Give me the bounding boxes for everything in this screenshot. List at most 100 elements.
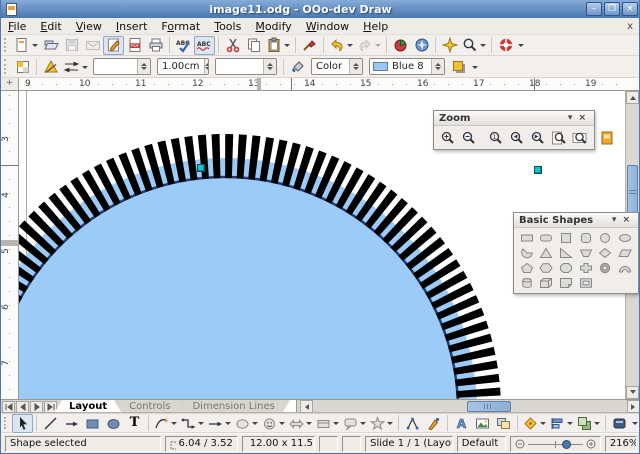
shape-block-arc-button[interactable]: [615, 260, 635, 275]
zoom-plus-button[interactable]: [586, 439, 596, 449]
line-style-select[interactable]: [93, 58, 151, 75]
symbol-shapes-button[interactable]: [260, 414, 287, 433]
shape-parallelogram-button[interactable]: [615, 245, 635, 260]
status-template[interactable]: Default: [457, 436, 506, 452]
horizontal-scroll-thumb[interactable]: [467, 401, 511, 412]
line-tool-button[interactable]: [40, 414, 61, 433]
scroll-up-button[interactable]: [626, 91, 639, 104]
rotate-dropdown-arrow[interactable]: [540, 422, 546, 428]
zoom-out-button[interactable]: [458, 128, 479, 147]
selection-handle[interactable]: [534, 166, 542, 174]
menu-view[interactable]: View: [69, 19, 109, 34]
zoom-in-button[interactable]: [437, 128, 458, 147]
fill-color-select[interactable]: Blue 8: [369, 58, 445, 75]
shape-octagon-button[interactable]: [556, 260, 576, 275]
zoom-panel-close-button[interactable]: ×: [575, 112, 589, 124]
arrow-style-dropdown-arrow[interactable]: [82, 66, 88, 72]
selection-handle[interactable]: [197, 164, 205, 172]
copy-button[interactable]: [243, 36, 264, 55]
shapes-panel-close-button[interactable]: ×: [619, 214, 633, 226]
spellcheck-button[interactable]: ABC: [173, 36, 194, 55]
basic-shapes-dropdown-arrow[interactable]: [252, 422, 258, 428]
shape-rectangle-button[interactable]: [517, 230, 537, 245]
clone-formatting-button[interactable]: [299, 36, 320, 55]
save-button[interactable]: [61, 36, 82, 55]
basic-shapes-button[interactable]: [233, 414, 260, 433]
fill-color-spinner[interactable]: [431, 59, 444, 74]
shape-cross-button[interactable]: [576, 260, 596, 275]
toolbar-overflow-button[interactable]: [632, 422, 638, 428]
toolbar-grip[interactable]: [4, 59, 9, 74]
previous-page-button[interactable]: [16, 401, 29, 413]
maximize-button[interactable]: ❐: [604, 2, 620, 16]
connector-tool-button[interactable]: [179, 414, 206, 433]
minimize-button[interactable]: –: [586, 2, 602, 16]
help-button[interactable]: [495, 36, 516, 55]
scroll-left-button[interactable]: [300, 400, 313, 413]
auto-spellcheck-button[interactable]: ABC: [194, 36, 215, 55]
shapes-panel-menu-button[interactable]: ▾: [609, 214, 620, 226]
zoom-button[interactable]: [460, 36, 488, 55]
connector-dropdown-arrow[interactable]: [198, 422, 204, 428]
curve-tool-button[interactable]: [152, 414, 179, 433]
zoom-dropdown-arrow[interactable]: [480, 44, 486, 50]
symbol-shapes-dropdown-arrow[interactable]: [279, 422, 285, 428]
shape-rounded-square-button[interactable]: [576, 230, 596, 245]
scroll-down-button[interactable]: [626, 386, 639, 399]
lines-arrows-dropdown-arrow[interactable]: [225, 422, 231, 428]
close-document-button[interactable]: x: [619, 21, 640, 32]
redo-button[interactable]: [355, 36, 383, 55]
last-page-button[interactable]: [44, 401, 57, 413]
tab-layout[interactable]: Layout: [55, 400, 121, 412]
object-zoom-button[interactable]: [596, 128, 617, 147]
zoom-previous-button[interactable]: [506, 128, 527, 147]
zoom-slider-thumb[interactable]: [562, 440, 571, 449]
shape-rounded-rectangle-button[interactable]: [537, 230, 557, 245]
arrange-button[interactable]: [575, 414, 602, 433]
toolbar-overflow-button[interactable]: [472, 66, 478, 72]
rotate-button[interactable]: [521, 414, 548, 433]
flowcharts-button[interactable]: [314, 414, 341, 433]
shape-ellipse-button[interactable]: [615, 230, 635, 245]
next-page-button[interactable]: [30, 401, 43, 413]
cut-button[interactable]: [222, 36, 243, 55]
shape-circle-button[interactable]: [596, 230, 616, 245]
shape-square-button[interactable]: [556, 230, 576, 245]
toolbar-grip[interactable]: [4, 417, 9, 430]
shapes-panel-titlebar[interactable]: Basic Shapes ▾ ×: [514, 213, 638, 228]
stars-dropdown-arrow[interactable]: [387, 422, 393, 428]
shape-folded-corner-button[interactable]: [556, 275, 576, 290]
zoom-minus-button[interactable]: [515, 439, 525, 449]
flowcharts-dropdown-arrow[interactable]: [333, 422, 339, 428]
page-width-button[interactable]: [569, 128, 590, 147]
open-button[interactable]: [40, 36, 61, 55]
shape-trapezoid-button[interactable]: [576, 245, 596, 260]
menu-format[interactable]: Format: [154, 19, 207, 34]
interaction-button[interactable]: [609, 414, 630, 433]
menu-edit[interactable]: Edit: [33, 19, 68, 34]
callouts-dropdown-arrow[interactable]: [360, 422, 366, 428]
navigator-button[interactable]: [411, 36, 432, 55]
horizontal-scrollbar[interactable]: [299, 400, 640, 412]
ruler-origin-box[interactable]: +: [1, 78, 19, 90]
fill-style-value[interactable]: Color: [312, 61, 349, 72]
ellipse-tool-button[interactable]: [103, 414, 124, 433]
chart-button[interactable]: [390, 36, 411, 55]
paste-dropdown-arrow[interactable]: [284, 44, 290, 50]
shadow-button[interactable]: [448, 57, 469, 76]
undo-button[interactable]: [327, 36, 355, 55]
shape-regular-pentagon-button[interactable]: [517, 260, 537, 275]
status-zoom-level[interactable]: 216%: [605, 436, 637, 452]
entire-page-button[interactable]: [548, 128, 569, 147]
shape-diamond-button[interactable]: [596, 245, 616, 260]
toolbar-grip[interactable]: [4, 38, 9, 52]
zoom-slider[interactable]: [510, 436, 601, 452]
gallery-button[interactable]: [439, 36, 460, 55]
select-tool-button[interactable]: [12, 414, 33, 433]
menu-window[interactable]: Window: [299, 19, 356, 34]
paste-button[interactable]: [264, 36, 292, 55]
zoom-panel-titlebar[interactable]: Zoom ▾ ×: [434, 111, 594, 126]
new-button[interactable]: [12, 36, 40, 55]
alignment-dropdown-arrow[interactable]: [567, 422, 573, 428]
styles-button[interactable]: [12, 57, 33, 76]
